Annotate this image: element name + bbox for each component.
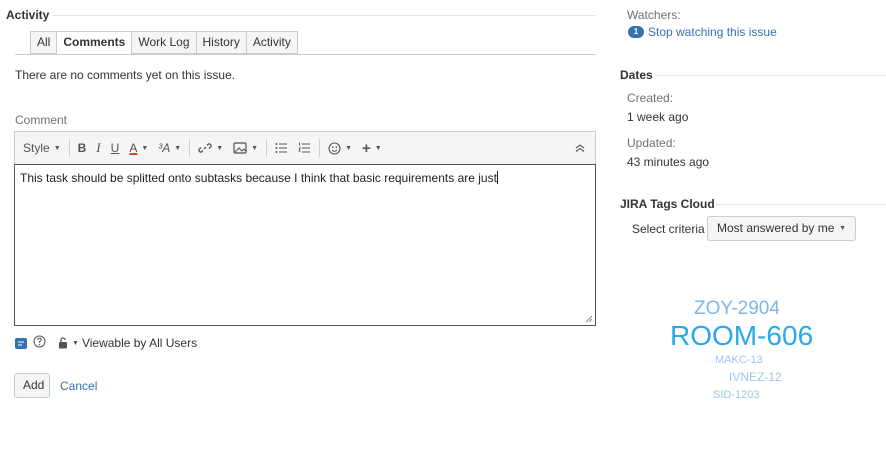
tab-activity[interactable]: Activity — [246, 31, 298, 54]
text-color-icon: A — [129, 141, 138, 155]
chevron-down-icon: ▼ — [72, 339, 79, 347]
toolbar-separator — [189, 139, 191, 157]
visibility-label: Viewable by All Users — [81, 336, 198, 350]
text-cursor — [496, 171, 498, 184]
chevron-down-icon: ▼ — [374, 144, 382, 152]
watch-toggle[interactable]: 1 Stop watching this issue — [628, 25, 777, 39]
tabs-baseline — [15, 54, 596, 55]
stop-watching-link[interactable]: Stop watching this issue — [648, 25, 777, 39]
underline-button[interactable]: U — [111, 137, 120, 159]
link-icon — [198, 143, 212, 153]
editor-mode-icon — [18, 341, 24, 345]
text-color-button[interactable]: A ▼ — [129, 137, 148, 159]
unlock-icon — [59, 337, 67, 349]
criteria-label: Select criteria — [632, 222, 705, 236]
numbered-list-icon — [298, 142, 311, 153]
chevron-down-icon: ▼ — [174, 144, 182, 152]
tag-ivnez-12[interactable]: IVNEZ-12 — [729, 370, 782, 384]
tag-zoy-2904[interactable]: ZOY-2904 — [694, 298, 780, 320]
updated-label: Updated: — [627, 136, 676, 150]
resize-grip-icon[interactable] — [585, 315, 593, 323]
bullet-list-button[interactable] — [275, 137, 288, 159]
created-label: Created: — [627, 91, 674, 105]
tab-history[interactable]: History — [196, 31, 247, 54]
criteria-value: Most answered by me — [717, 221, 835, 235]
bullet-list-icon — [275, 143, 288, 153]
tag-makc-13[interactable]: MAKC-13 — [715, 354, 763, 366]
emoticon-icon — [328, 141, 341, 155]
watchers-count-badge: 1 — [628, 26, 644, 38]
numbered-list-button[interactable] — [298, 137, 311, 159]
chevron-down-icon: ▼ — [141, 144, 149, 152]
activity-title: Activity — [6, 8, 50, 22]
no-comments-message: There are no comments yet on this issue. — [15, 68, 236, 82]
editor-toolbar: Style ▼ B I U A ▼ ³A ▼ ▼ ▼ ▼ + ▼ — [14, 131, 596, 164]
cancel-link[interactable]: Cancel — [60, 379, 97, 393]
visibility-dropdown[interactable]: ▼ Viewable by All Users — [58, 336, 197, 350]
chevron-down-icon: ▼ — [251, 144, 259, 152]
bold-button[interactable]: B — [78, 137, 87, 159]
chevron-down-icon: ▼ — [216, 144, 224, 152]
watchers-label: Watchers: — [627, 8, 681, 22]
collapse-icon — [575, 144, 585, 152]
toolbar-separator — [319, 139, 321, 157]
tags-cloud-title: JIRA Tags Cloud — [620, 197, 715, 211]
tab-comments[interactable]: Comments — [57, 31, 133, 55]
comment-textarea[interactable]: This task should be splitted onto subtas… — [14, 164, 596, 326]
tag-room-606[interactable]: ROOM-606 — [670, 320, 813, 352]
plus-icon: + — [362, 139, 371, 157]
tag-sid-1203[interactable]: SID-1203 — [713, 389, 759, 401]
created-value: 1 week ago — [627, 110, 689, 124]
image-button[interactable]: ▼ — [233, 137, 258, 159]
emoticon-button[interactable]: ▼ — [328, 137, 352, 159]
text-size-button[interactable]: ³A ▼ — [158, 137, 181, 159]
mode-switch-button[interactable] — [15, 337, 27, 349]
criteria-select[interactable]: Most answered by me ▼ — [707, 216, 856, 241]
tab-work-log[interactable]: Work Log — [132, 31, 197, 54]
tags-cloud-divider — [716, 204, 886, 205]
image-icon — [233, 142, 247, 154]
link-button[interactable]: ▼ — [198, 137, 223, 159]
help-button[interactable] — [33, 335, 46, 351]
toolbar-separator — [266, 139, 268, 157]
collapse-toolbar-button[interactable] — [575, 137, 585, 159]
add-button[interactable]: Add — [14, 373, 50, 398]
text-size-icon: ³A — [158, 141, 171, 155]
chevron-down-icon: ▼ — [839, 225, 846, 232]
comment-footer: ▼ Viewable by All Users — [15, 335, 197, 351]
dates-divider — [656, 75, 886, 76]
italic-button[interactable]: I — [96, 137, 100, 159]
dates-title: Dates — [620, 68, 653, 82]
updated-value: 43 minutes ago — [627, 155, 710, 169]
comment-label: Comment — [15, 113, 68, 127]
comment-text: This task should be splitted onto subtas… — [20, 171, 497, 185]
style-dropdown[interactable]: Style ▼ — [23, 137, 61, 159]
style-label: Style — [23, 141, 50, 155]
tab-all[interactable]: All — [30, 31, 58, 54]
insert-more-button[interactable]: + ▼ — [362, 137, 382, 159]
chevron-down-icon: ▼ — [53, 144, 61, 152]
activity-tabs: All Comments Work Log History Activity — [30, 31, 298, 55]
toolbar-separator — [68, 139, 70, 157]
chevron-down-icon: ▼ — [345, 144, 353, 152]
activity-divider — [52, 15, 596, 16]
help-icon — [33, 335, 46, 348]
